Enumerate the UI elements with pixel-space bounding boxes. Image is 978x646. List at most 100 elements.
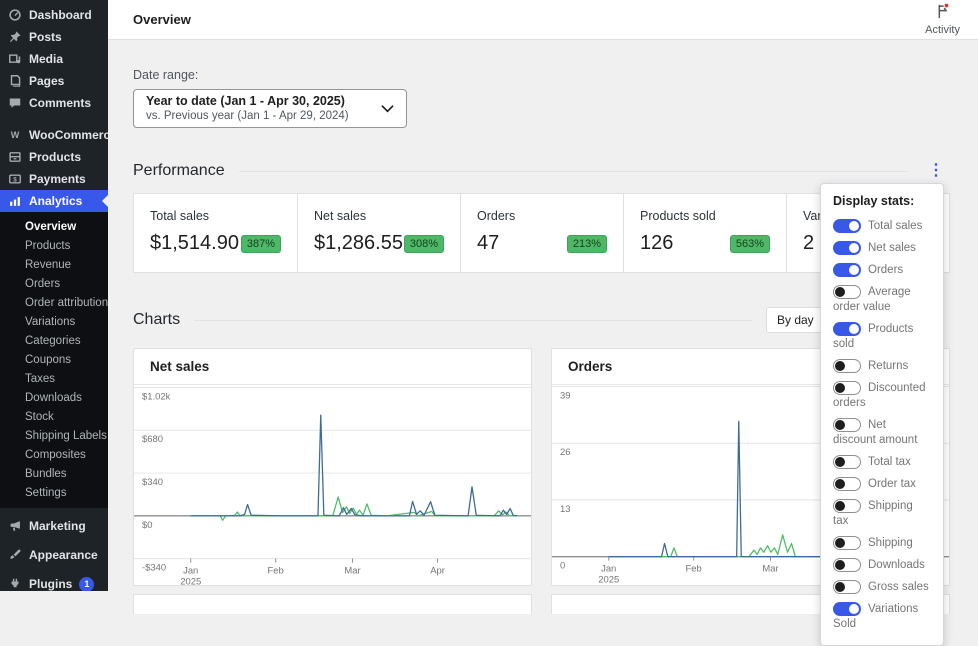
toggle-row-net-sales[interactable]: Net sales xyxy=(833,241,931,256)
toggle-switch[interactable] xyxy=(833,499,861,513)
sidebar-item-label: Analytics xyxy=(29,194,82,208)
toggle-row-discounted-orders[interactable]: Discounted orders xyxy=(833,381,931,411)
sidebar-item-label: Plugins xyxy=(29,577,72,591)
svg-text:2025: 2025 xyxy=(180,576,201,585)
toggle-row-average-order-value[interactable]: Average order value xyxy=(833,285,931,315)
submenu-item-variations[interactable]: Variations xyxy=(0,313,108,332)
sidebar-nav-top: Dashboard Posts Media Pages Comments xyxy=(0,4,108,114)
performance-menu-button kebab-icon[interactable]: ⋮ xyxy=(922,163,950,179)
marketing-icon xyxy=(8,519,22,533)
chart-card-net-sales: Net sales$1.02k$680$340$0-$340Jan2025Feb… xyxy=(133,348,532,586)
toggle-switch[interactable] xyxy=(833,322,861,336)
sidebar-item-pages[interactable]: Pages xyxy=(0,70,108,92)
svg-text:Apr: Apr xyxy=(430,566,445,577)
toggle-label: Orders xyxy=(868,264,903,276)
toggle-row-downloads[interactable]: Downloads xyxy=(833,558,931,573)
toggle-switch[interactable] xyxy=(833,455,861,469)
activity-button[interactable]: Activity xyxy=(919,0,966,38)
sidebar-item-payments[interactable]: $ Payments xyxy=(0,168,108,190)
submenu-item-taxes[interactable]: Taxes xyxy=(0,370,108,389)
toggle-row-total-tax[interactable]: Total tax xyxy=(833,455,931,470)
stat-value: 47 xyxy=(477,232,499,255)
toggle-switch[interactable] xyxy=(833,558,861,572)
toggle-switch[interactable] xyxy=(833,602,861,616)
toggle-switch[interactable] xyxy=(833,477,861,491)
update-count-badge: 1 xyxy=(79,577,94,592)
submenu-item-products[interactable]: Products xyxy=(0,237,108,256)
svg-text:Feb: Feb xyxy=(268,566,284,577)
toggle-label: Order tax xyxy=(868,478,916,490)
toggle-row-shipping[interactable]: Shipping xyxy=(833,536,931,551)
submenu-item-coupons[interactable]: Coupons xyxy=(0,351,108,370)
stat-label: Net sales xyxy=(314,209,444,223)
sidebar-submenu-analytics: OverviewProductsRevenueOrdersOrder attri… xyxy=(0,212,108,508)
toggle-switch[interactable] xyxy=(833,381,861,395)
stat-card-total-sales[interactable]: Total sales$1,514.90387% xyxy=(134,194,297,272)
sidebar-item-analytics[interactable]: Analytics xyxy=(0,190,108,212)
toggle-switch[interactable] xyxy=(833,263,861,277)
toggle-row-returns[interactable]: Returns xyxy=(833,359,931,374)
submenu-item-downloads[interactable]: Downloads xyxy=(0,389,108,408)
stat-card-net-sales[interactable]: Net sales$1,286.55308% xyxy=(297,194,460,272)
date-range-secondary: vs. Previous year (Jan 1 - Apr 29, 2024) xyxy=(146,109,349,123)
toggle-row-variations-sold[interactable]: Variations Sold xyxy=(833,602,931,632)
svg-text:$340: $340 xyxy=(142,477,163,488)
submenu-item-stock[interactable]: Stock xyxy=(0,408,108,427)
submenu-item-settings[interactable]: Settings xyxy=(0,484,108,503)
submenu-item-order-attribution[interactable]: Order attribution xyxy=(0,294,108,313)
toggle-label: Total sales xyxy=(868,220,922,232)
toggle-label: Returns xyxy=(868,360,908,372)
sidebar-item-label: Media xyxy=(29,52,63,66)
submenu-item-revenue[interactable]: Revenue xyxy=(0,256,108,275)
display-stats-title: Display stats: xyxy=(833,194,931,208)
toggle-row-products-sold[interactable]: Products sold xyxy=(833,322,931,352)
svg-text:-$340: -$340 xyxy=(142,563,166,574)
submenu-item-bundles[interactable]: Bundles xyxy=(0,465,108,484)
stat-card-orders[interactable]: Orders47213% xyxy=(460,194,623,272)
sidebar-divider xyxy=(0,508,108,515)
sidebar-item-products[interactable]: Products xyxy=(0,146,108,168)
sidebar-item-marketing[interactable]: Marketing xyxy=(0,515,108,537)
toggle-label: Downloads xyxy=(868,559,925,571)
sidebar-item-plugins[interactable]: Plugins 1 xyxy=(0,573,108,591)
submenu-item-overview[interactable]: Overview xyxy=(0,218,108,237)
comments-icon xyxy=(8,96,22,110)
toggle-switch[interactable] xyxy=(833,241,861,255)
svg-text:$: $ xyxy=(13,176,17,183)
toggle-row-net-discount-amount[interactable]: Net discount amount xyxy=(833,418,931,448)
sidebar-item-label: Pages xyxy=(29,74,64,88)
submenu-item-composites[interactable]: Composites xyxy=(0,446,108,465)
toggle-switch[interactable] xyxy=(833,418,861,432)
toggle-switch[interactable] xyxy=(833,219,861,233)
toggle-switch[interactable] xyxy=(833,359,861,373)
toggle-row-gross-sales[interactable]: Gross sales xyxy=(833,580,931,595)
toggle-row-total-sales[interactable]: Total sales xyxy=(833,219,931,234)
sidebar-item-appearance[interactable]: Appearance xyxy=(0,544,108,566)
toggle-label: Total tax xyxy=(868,456,911,468)
toggle-row-orders[interactable]: Orders xyxy=(833,263,931,278)
toggle-row-shipping-tax[interactable]: Shipping tax xyxy=(833,499,931,529)
date-range-primary: Year to date (Jan 1 - Apr 30, 2025) xyxy=(146,94,349,109)
submenu-item-categories[interactable]: Categories xyxy=(0,332,108,351)
toggle-switch[interactable] xyxy=(833,536,861,550)
date-range-select[interactable]: Year to date (Jan 1 - Apr 30, 2025) vs. … xyxy=(133,89,407,128)
stat-label: Orders xyxy=(477,209,607,223)
display-stats-dropdown: Display stats: Total sales Net sales Order… xyxy=(820,183,944,646)
toggle-switch[interactable] xyxy=(833,285,861,299)
submenu-item-shipping-labels[interactable]: Shipping Labels xyxy=(0,427,108,446)
sidebar-divider xyxy=(0,114,108,124)
svg-text:Mar: Mar xyxy=(344,566,360,577)
submenu-item-orders[interactable]: Orders xyxy=(0,275,108,294)
sidebar-item-label: Dashboard xyxy=(29,8,92,22)
sidebar-nav-bottom: Marketing Appearance Plugins 1 xyxy=(0,515,108,591)
toggle-switch[interactable] xyxy=(833,580,861,594)
sidebar-item-posts[interactable]: Posts xyxy=(0,26,108,48)
sidebar-item-label: Payments xyxy=(29,172,86,186)
svg-text:Jan: Jan xyxy=(601,564,616,575)
sidebar-item-comments[interactable]: Comments xyxy=(0,92,108,114)
sidebar-item-media[interactable]: Media xyxy=(0,48,108,70)
sidebar-item-dashboard[interactable]: Dashboard xyxy=(0,4,108,26)
toggle-row-order-tax[interactable]: Order tax xyxy=(833,477,931,492)
stat-card-products-sold[interactable]: Products sold126563% xyxy=(623,194,786,272)
sidebar-item-woocommerce[interactable]: WWooCommerce xyxy=(0,124,108,146)
